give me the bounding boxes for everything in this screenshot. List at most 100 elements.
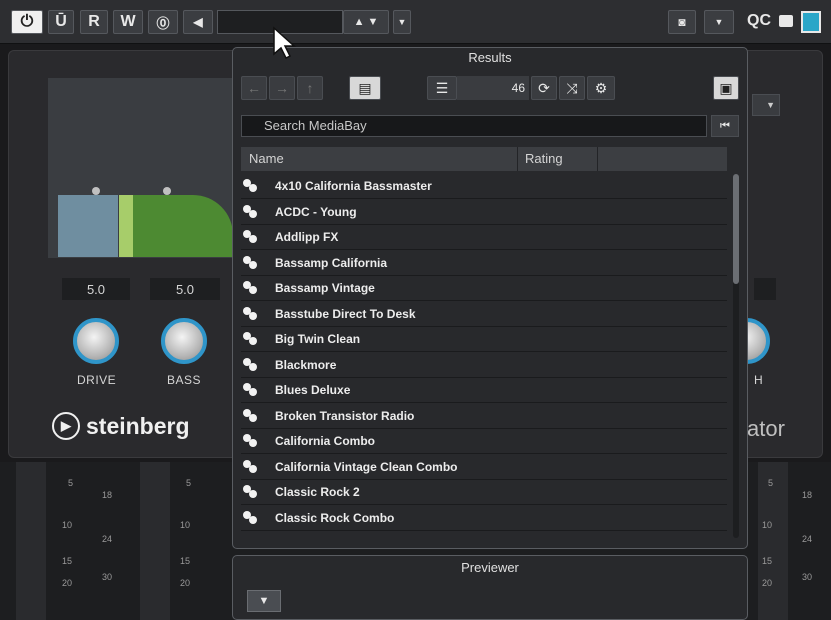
settings-dropdown-icon[interactable]: ▼ bbox=[704, 10, 734, 34]
write-automation-button[interactable]: W bbox=[113, 10, 143, 34]
preset-prev-next-icon[interactable]: ▲ ▼ bbox=[343, 10, 389, 34]
result-count: 46 bbox=[457, 76, 529, 100]
meter-scale-label: 30 bbox=[102, 572, 113, 582]
meter-scale-label: 5 bbox=[186, 478, 192, 488]
camera-icon[interactable]: ◙ bbox=[668, 10, 696, 34]
graph-band-blue bbox=[58, 195, 118, 257]
browse-folder-icon[interactable]: ▤ bbox=[349, 76, 381, 100]
bypass-icon[interactable]: Ū bbox=[48, 10, 74, 34]
results-list: 4x10 California Bassmaster ACDC - Young Ad… bbox=[241, 174, 727, 540]
read-automation-button[interactable]: R bbox=[80, 10, 108, 34]
quick-controls-label[interactable]: QC bbox=[747, 12, 771, 30]
preset-dropdown-icon[interactable]: ▼ bbox=[393, 10, 411, 34]
previewer-panel: Previewer ▼ bbox=[232, 555, 748, 620]
previewer-toggle-icon[interactable]: ▼ bbox=[247, 590, 281, 612]
preset-icon bbox=[243, 408, 259, 423]
list-item[interactable]: ACDC - Young bbox=[241, 200, 727, 225]
graph-node-1[interactable] bbox=[92, 187, 100, 195]
list-item[interactable]: Bassamp California bbox=[241, 251, 727, 276]
brand-logo: ▶ steinberg bbox=[52, 412, 190, 440]
list-item-name: Basstube Direct To Desk bbox=[275, 306, 416, 321]
preset-icon bbox=[243, 306, 259, 321]
meter-scale-label: 30 bbox=[802, 572, 813, 582]
column-rating[interactable]: Rating bbox=[525, 147, 563, 171]
meter-scale-label: 10 bbox=[180, 520, 191, 530]
preset-icon bbox=[243, 434, 259, 448]
list-item-name: Classic Rock Combo bbox=[275, 510, 395, 525]
list-item[interactable]: Basstube Direct To Desk bbox=[241, 302, 727, 327]
power-icon[interactable]: ⏻ bbox=[11, 10, 43, 34]
lock-icon[interactable] bbox=[779, 15, 793, 27]
graph-node-2[interactable] bbox=[163, 187, 171, 195]
list-item[interactable]: Addlipp FX bbox=[241, 225, 727, 250]
right-knob-label: H bbox=[754, 373, 764, 387]
drive-knob[interactable] bbox=[73, 318, 119, 364]
preset-icon bbox=[243, 230, 259, 244]
meter-scale-label: 10 bbox=[62, 520, 73, 530]
compare-icon[interactable]: ⓪ bbox=[148, 10, 178, 34]
shuffle-icon[interactable]: ⤨ bbox=[559, 76, 585, 100]
list-item[interactable]: Classic Rock 2 bbox=[241, 480, 727, 505]
preset-icon bbox=[243, 204, 259, 219]
column-name[interactable]: Name bbox=[249, 147, 284, 171]
refresh-icon[interactable]: ⟳ bbox=[531, 76, 557, 100]
back-icon[interactable]: ← bbox=[241, 76, 267, 100]
bass-label: BASS bbox=[167, 373, 202, 387]
meter-scale-label: 15 bbox=[62, 556, 73, 566]
bass-knob[interactable] bbox=[161, 318, 207, 364]
meter-scale-label: 24 bbox=[102, 534, 113, 544]
list-item-name: Blues Deluxe bbox=[275, 383, 351, 397]
preset-icon bbox=[243, 485, 259, 499]
preset-icon bbox=[243, 459, 259, 474]
list-item[interactable]: Broken Transistor Radio bbox=[241, 404, 727, 429]
brand-name: steinberg bbox=[86, 412, 190, 439]
graph-band-green-light bbox=[119, 195, 133, 257]
list-item[interactable]: California Vintage Clean Combo bbox=[241, 455, 727, 480]
right-dropdown-icon[interactable]: ▼ bbox=[752, 94, 780, 116]
list-item-name: Big Twin Clean bbox=[275, 332, 361, 346]
preset-icon bbox=[243, 255, 259, 270]
list-item-name: California Combo bbox=[275, 434, 376, 448]
graph-band-green bbox=[133, 195, 233, 257]
search-input[interactable]: Search MediaBay bbox=[241, 115, 707, 137]
list-item-name: Bassamp Vintage bbox=[275, 281, 375, 295]
play-icon: ▶ bbox=[52, 412, 80, 440]
meter-channel bbox=[16, 462, 46, 620]
preset-icon bbox=[243, 383, 259, 397]
list-item-name: Addlipp FX bbox=[275, 230, 339, 244]
list-view-icon[interactable]: ☰ bbox=[427, 76, 457, 100]
meter-scale-label: 15 bbox=[762, 556, 773, 566]
list-item-name: 4x10 California Bassmaster bbox=[275, 179, 432, 193]
list-item[interactable]: California Combo bbox=[241, 429, 727, 454]
forward-icon[interactable]: → bbox=[269, 76, 295, 100]
qc-color-indicator[interactable] bbox=[801, 11, 821, 33]
preset-icon bbox=[243, 357, 259, 372]
list-item[interactable]: Blues Deluxe bbox=[241, 378, 727, 403]
list-item[interactable]: Blackmore bbox=[241, 353, 727, 378]
meter-scale-label: 20 bbox=[762, 578, 773, 588]
gear-icon[interactable]: ⚙ bbox=[587, 76, 615, 100]
list-item[interactable]: 4x10 California Bassmaster bbox=[241, 174, 727, 199]
results-scrollbar[interactable] bbox=[733, 174, 739, 538]
list-item[interactable]: Bassamp Vintage bbox=[241, 276, 727, 301]
list-item[interactable]: Big Twin Clean bbox=[241, 327, 727, 352]
previewer-title: Previewer bbox=[461, 560, 519, 575]
column-divider bbox=[517, 147, 518, 171]
arrow-left-icon[interactable]: ◀ bbox=[183, 10, 213, 34]
list-item[interactable]: Classic Rock Combo bbox=[241, 506, 727, 531]
bass-value[interactable]: 5.0 bbox=[150, 278, 220, 300]
list-item-name: California Vintage Clean Combo bbox=[275, 459, 458, 474]
list-item-name: Bassamp California bbox=[275, 255, 388, 270]
up-icon[interactable]: ↑ bbox=[297, 76, 323, 100]
meter-scale-label: 18 bbox=[802, 490, 813, 500]
meter-scale-label: 5 bbox=[768, 478, 774, 488]
drive-value[interactable]: 5.0 bbox=[62, 278, 130, 300]
list-item-name: ACDC - Young bbox=[275, 204, 357, 219]
meter-scale-label: 18 bbox=[102, 490, 113, 500]
preset-options-icon[interactable]: ▣ bbox=[713, 76, 739, 100]
results-title: Results bbox=[468, 50, 512, 65]
right-value-field[interactable] bbox=[754, 278, 776, 300]
scrollbar-thumb[interactable] bbox=[733, 174, 739, 284]
search-reset-icon[interactable]: ⏮ bbox=[711, 115, 739, 137]
preset-icon bbox=[243, 281, 259, 295]
